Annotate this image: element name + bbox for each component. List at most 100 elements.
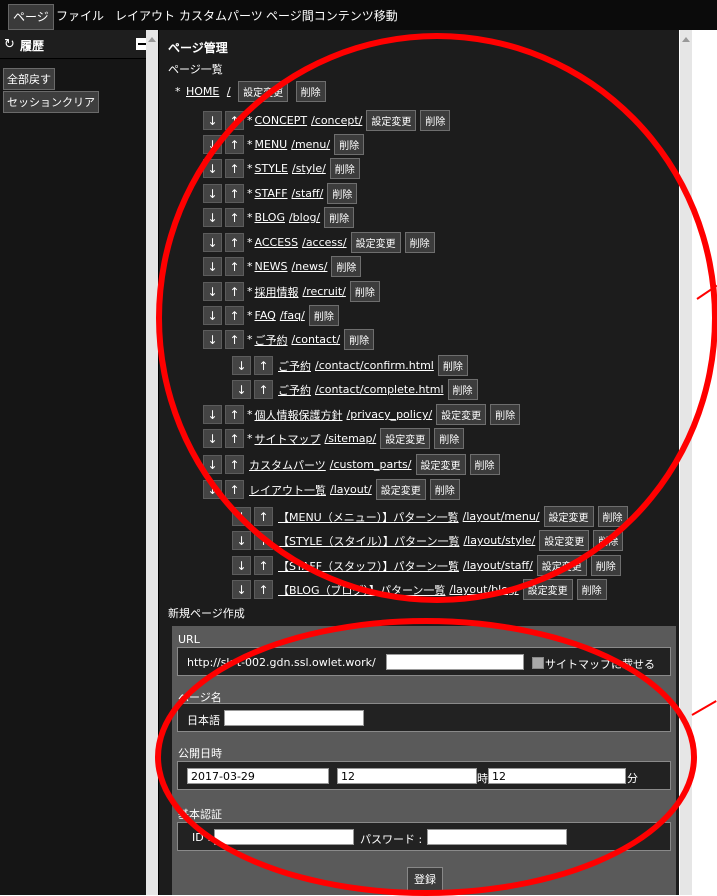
delete-button[interactable]: 削除 <box>404 232 435 253</box>
delete-button[interactable]: 削除 <box>324 207 355 228</box>
page-name-link[interactable]: MENU <box>255 138 288 151</box>
publish-minute-input[interactable] <box>488 768 626 784</box>
page-path-link[interactable]: /layout/menu/ <box>463 510 540 523</box>
page-name-link[interactable]: カスタムパーツ <box>249 459 326 472</box>
register-button[interactable]: 登録 <box>407 867 443 891</box>
move-down-button[interactable]: ↓ <box>203 184 222 203</box>
page-name-link[interactable]: STAFF <box>255 187 288 200</box>
move-down-button[interactable]: ↓ <box>203 257 222 276</box>
move-up-button[interactable]: ↑ <box>225 330 244 349</box>
move-up-button[interactable]: ↑ <box>225 159 244 178</box>
right-scrollbar[interactable] <box>680 30 692 895</box>
page-path-link[interactable]: /contact/ <box>292 333 341 346</box>
page-name-link[interactable]: ご予約 <box>278 360 311 373</box>
move-down-button[interactable]: ↓ <box>232 556 251 575</box>
menu-item-custom-parts[interactable]: カスタムパーツ <box>179 7 263 24</box>
settings-button[interactable]: 設定変更 <box>238 81 289 102</box>
delete-button[interactable]: 削除 <box>490 404 521 425</box>
settings-button[interactable]: 設定変更 <box>366 110 417 131</box>
menu-item-move-content[interactable]: ページ間コンテンツ移動 <box>266 7 398 24</box>
publish-hour-input[interactable] <box>337 768 477 784</box>
page-path-link[interactable]: /sitemap/ <box>325 432 377 445</box>
page-path-link[interactable]: /menu/ <box>291 138 330 151</box>
page-path-link[interactable]: /concept/ <box>311 114 362 127</box>
move-down-button[interactable]: ↓ <box>203 330 222 349</box>
move-up-button[interactable]: ↑ <box>225 257 244 276</box>
delete-button[interactable]: 削除 <box>469 454 500 475</box>
settings-button[interactable]: 設定変更 <box>350 232 401 253</box>
page-name-link[interactable]: サイトマップ <box>255 433 321 446</box>
move-up-button[interactable]: ↑ <box>225 455 244 474</box>
delete-button[interactable]: 削除 <box>597 506 628 527</box>
delete-button[interactable]: 削除 <box>349 281 380 302</box>
settings-button[interactable]: 設定変更 <box>539 530 590 551</box>
move-up-button[interactable]: ↑ <box>225 208 244 227</box>
page-name-link[interactable]: レイアウト一覧 <box>249 484 326 497</box>
scroll-up-icon[interactable] <box>682 37 690 42</box>
move-up-button[interactable]: ↑ <box>254 356 273 375</box>
url-input[interactable] <box>386 654 524 670</box>
page-path-link[interactable]: /recruit/ <box>303 285 346 298</box>
move-up-button[interactable]: ↑ <box>225 233 244 252</box>
move-up-button[interactable]: ↑ <box>225 111 244 130</box>
page-path-link[interactable]: /blog/ <box>289 211 320 224</box>
delete-button[interactable]: 削除 <box>447 379 478 400</box>
move-up-button[interactable]: ↑ <box>254 556 273 575</box>
left-scrollbar[interactable] <box>146 30 158 895</box>
page-path-link[interactable]: /layout/ <box>330 483 372 496</box>
auth-id-input[interactable] <box>214 829 354 845</box>
move-up-button[interactable]: ↑ <box>225 306 244 325</box>
settings-button[interactable]: 設定変更 <box>543 506 594 527</box>
scroll-up-icon[interactable] <box>148 37 156 42</box>
move-down-button[interactable]: ↓ <box>232 356 251 375</box>
move-up-button[interactable]: ↑ <box>225 429 244 448</box>
move-down-button[interactable]: ↓ <box>232 507 251 526</box>
page-name-link[interactable]: HOME <box>186 85 219 98</box>
delete-button[interactable]: 削除 <box>576 579 607 600</box>
move-down-button[interactable]: ↓ <box>232 580 251 599</box>
move-up-button[interactable]: ↑ <box>254 380 273 399</box>
page-path-link[interactable]: /faq/ <box>280 309 305 322</box>
menu-item-page[interactable]: ページ <box>8 4 54 30</box>
move-down-button[interactable]: ↓ <box>203 159 222 178</box>
delete-button[interactable]: 削除 <box>590 555 621 576</box>
page-path-link[interactable]: /access/ <box>302 236 346 249</box>
page-path-link[interactable]: /custom_parts/ <box>330 458 412 471</box>
auth-password-input[interactable] <box>427 829 567 845</box>
page-path-link[interactable]: /style/ <box>292 162 326 175</box>
delete-button[interactable]: 削除 <box>334 134 365 155</box>
menu-item-file[interactable]: ファイル <box>56 7 104 24</box>
delete-button[interactable]: 削除 <box>331 256 362 277</box>
page-path-link[interactable]: / <box>227 85 231 98</box>
move-up-button[interactable]: ↑ <box>225 135 244 154</box>
delete-button[interactable]: 削除 <box>429 479 460 500</box>
move-down-button[interactable]: ↓ <box>203 135 222 154</box>
sitemap-checkbox[interactable] <box>532 657 544 669</box>
delete-button[interactable]: 削除 <box>437 355 468 376</box>
delete-button[interactable]: 削除 <box>420 110 451 131</box>
page-path-link[interactable]: /contact/complete.html <box>315 383 444 396</box>
page-path-link[interactable]: /news/ <box>292 260 328 273</box>
page-name-link[interactable]: 【MENU（メニュー）】パターン一覧 <box>278 511 459 524</box>
delete-button[interactable]: 削除 <box>434 428 465 449</box>
move-down-button[interactable]: ↓ <box>203 405 222 424</box>
page-name-link[interactable]: 【STAFF（スタッフ）】パターン一覧 <box>278 560 459 573</box>
page-name-link[interactable]: FAQ <box>255 309 276 322</box>
settings-button[interactable]: 設定変更 <box>380 428 431 449</box>
move-down-button[interactable]: ↓ <box>203 282 222 301</box>
move-up-button[interactable]: ↑ <box>225 405 244 424</box>
page-name-link[interactable]: 個人情報保護方針 <box>255 409 343 422</box>
page-name-input[interactable] <box>224 710 364 726</box>
page-name-link[interactable]: ご予約 <box>255 334 288 347</box>
move-down-button[interactable]: ↓ <box>203 306 222 325</box>
delete-button[interactable]: 削除 <box>329 158 360 179</box>
move-down-button[interactable]: ↓ <box>232 380 251 399</box>
undo-all-button[interactable]: 全部戻す <box>3 68 55 90</box>
page-name-link[interactable]: ACCESS <box>255 236 299 249</box>
delete-button[interactable]: 削除 <box>327 183 358 204</box>
page-name-link[interactable]: CONCEPT <box>255 114 308 127</box>
page-path-link[interactable]: /layout/blog/ <box>449 583 518 596</box>
page-path-link[interactable]: /layout/staff/ <box>463 559 533 572</box>
page-name-link[interactable]: NEWS <box>255 260 288 273</box>
move-up-button[interactable]: ↑ <box>225 282 244 301</box>
